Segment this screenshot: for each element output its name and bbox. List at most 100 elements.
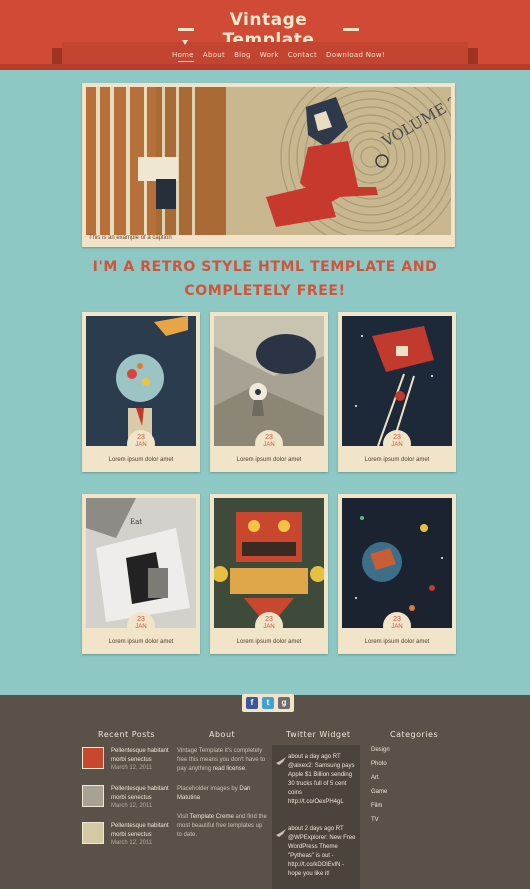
post-date: March 12, 2011 bbox=[111, 765, 153, 771]
portfolio-card[interactable]: 23 JAN Lorem ipsum dolor amet bbox=[338, 494, 456, 654]
card-month: JAN bbox=[263, 442, 275, 448]
categories-title: Categories bbox=[390, 730, 439, 739]
main-nav: Home About Blog Work Contact Download No… bbox=[172, 51, 385, 65]
card-month: JAN bbox=[135, 624, 147, 630]
twitter-icon[interactable]: t bbox=[262, 697, 274, 709]
hero-caption: This is an example of a caption bbox=[89, 235, 172, 241]
card-day: 23 bbox=[265, 616, 273, 623]
portfolio-card[interactable]: 23 JAN Lorem ipsum dolor amet bbox=[210, 494, 328, 654]
card-image-planet bbox=[342, 498, 452, 628]
facebook-icon[interactable]: f bbox=[246, 697, 258, 709]
recent-post[interactable]: Pellentesque habitant morbi senectus Mar… bbox=[82, 785, 169, 815]
post-thumbnail[interactable] bbox=[82, 785, 104, 807]
card-day: 23 bbox=[393, 616, 401, 623]
card-caption[interactable]: Lorem ipsum dolor amet bbox=[82, 457, 200, 463]
about-paragraph-1: Vintage Template it's completely free th… bbox=[177, 747, 269, 774]
card-day: 23 bbox=[137, 434, 145, 441]
category-tv[interactable]: TV bbox=[371, 817, 379, 823]
about-text: Placeholder images by bbox=[177, 786, 240, 792]
card-date-badge: 23 JAN bbox=[383, 612, 411, 640]
card-date-badge: 23 JAN bbox=[127, 430, 155, 458]
title-rule-right bbox=[343, 28, 359, 31]
nav-blog[interactable]: Blog bbox=[234, 51, 251, 65]
post-title[interactable]: Pellentesque habitant morbi senectus bbox=[111, 785, 181, 803]
tweet-text: RT @alxex2: Samsung pays Apple $1 Billio… bbox=[288, 754, 355, 805]
tweet[interactable]: about a day ago RT @alxex2: Samsung pays… bbox=[288, 753, 356, 807]
tweet[interactable]: about 2 days ago RT @WPExplorer: New Fre… bbox=[288, 825, 356, 879]
post-title[interactable]: Pellentesque habitant morbi senectus bbox=[111, 747, 181, 765]
card-caption[interactable]: Lorem ipsum dolor amet bbox=[82, 639, 200, 645]
title-rule-left bbox=[178, 28, 194, 31]
card-image-dinner: Eat bbox=[86, 498, 196, 628]
card-day: 23 bbox=[137, 616, 145, 623]
category-photo[interactable]: Photo bbox=[371, 761, 387, 767]
card-day: 23 bbox=[265, 434, 273, 441]
about-text: Visit bbox=[177, 814, 190, 820]
nav-work[interactable]: Work bbox=[260, 51, 279, 65]
category-design[interactable]: Design bbox=[371, 747, 390, 753]
twitter-widget-title: Twitter Widget bbox=[286, 730, 351, 739]
nav-home[interactable]: Home bbox=[172, 51, 194, 65]
nav-active-underline bbox=[178, 61, 194, 62]
card-image-machine bbox=[214, 498, 324, 628]
card-image-ladder bbox=[342, 316, 452, 446]
card-date-badge: 23 JAN bbox=[383, 430, 411, 458]
title-wrap: Vintage Template bbox=[0, 8, 530, 50]
about-text: . bbox=[245, 766, 247, 772]
twitter-bird-icon bbox=[276, 757, 286, 765]
tagline-line-1: I'm a retro style HTML template and bbox=[92, 259, 438, 275]
post-date: March 12, 2011 bbox=[111, 803, 153, 809]
google-plus-icon[interactable]: g bbox=[278, 697, 290, 709]
tagline-line-2: completely free! bbox=[184, 283, 346, 299]
portfolio-card[interactable]: 23 JAN Lorem ipsum dolor amet bbox=[338, 312, 456, 472]
card-month: JAN bbox=[391, 442, 403, 448]
portfolio-card[interactable]: Eat 23 JAN Lorem ipsum dolor amet bbox=[82, 494, 200, 654]
hero-illustration: VOLUME 2 bbox=[86, 87, 451, 235]
tweet-time[interactable]: about a day ago bbox=[288, 754, 331, 760]
about-paragraph-2: Placeholder images by Dan Matutina bbox=[177, 785, 269, 803]
card-caption[interactable]: Lorem ipsum dolor amet bbox=[338, 639, 456, 645]
about-title: About bbox=[209, 730, 236, 739]
about-paragraph-3: Visit Template Creme and find the most b… bbox=[177, 813, 269, 840]
card-image-robot bbox=[214, 316, 324, 446]
recent-posts-title: Recent Posts bbox=[98, 730, 156, 739]
card-month: JAN bbox=[391, 624, 403, 630]
recent-post[interactable]: Pellentesque habitant morbi senectus Mar… bbox=[82, 822, 169, 852]
card-day: 23 bbox=[393, 434, 401, 441]
card-image-fishbowl bbox=[86, 316, 196, 446]
nav-about[interactable]: About bbox=[203, 51, 225, 65]
recent-post[interactable]: Pellentesque habitant morbi senectus Mar… bbox=[82, 747, 169, 777]
portfolio-card[interactable]: 23 JAN Lorem ipsum dolor amet bbox=[82, 312, 200, 472]
card-date-badge: 23 JAN bbox=[255, 612, 283, 640]
card-month: JAN bbox=[135, 442, 147, 448]
tweet-text: RT @WPExplorer: New Free WordPress Theme… bbox=[288, 826, 356, 877]
twitter-bird-icon bbox=[276, 829, 286, 837]
card-caption[interactable]: Lorem ipsum dolor amet bbox=[338, 457, 456, 463]
license-link[interactable]: read license bbox=[213, 766, 245, 772]
tagline: I'm a retro style HTML template and comp… bbox=[90, 255, 440, 303]
nav-contact[interactable]: Contact bbox=[288, 51, 317, 65]
active-indicator-icon bbox=[182, 40, 188, 45]
social-links: f t g bbox=[242, 694, 294, 712]
template-creme-link[interactable]: Template Creme bbox=[190, 814, 234, 820]
nav-download[interactable]: Download Now! bbox=[326, 51, 385, 65]
hero-banner[interactable]: VOLUME 2 This is an example of a caption bbox=[82, 83, 455, 247]
post-title[interactable]: Pellentesque habitant morbi senectus bbox=[111, 822, 181, 840]
post-date: March 12, 2011 bbox=[111, 840, 153, 846]
card-month: JAN bbox=[263, 624, 275, 630]
category-game[interactable]: Game bbox=[371, 789, 387, 795]
portfolio-card[interactable]: 23 JAN Lorem ipsum dolor amet bbox=[210, 312, 328, 472]
category-film[interactable]: Film bbox=[371, 803, 382, 809]
post-thumbnail[interactable] bbox=[82, 822, 104, 844]
post-thumbnail[interactable] bbox=[82, 747, 104, 769]
card-date-badge: 23 JAN bbox=[255, 430, 283, 458]
card-date-badge: 23 JAN bbox=[127, 612, 155, 640]
card-caption[interactable]: Lorem ipsum dolor amet bbox=[210, 639, 328, 645]
twitter-widget: about a day ago RT @alxex2: Samsung pays… bbox=[272, 745, 360, 889]
ribbon-fold-right bbox=[468, 48, 478, 64]
card-caption[interactable]: Lorem ipsum dolor amet bbox=[210, 457, 328, 463]
category-art[interactable]: Art bbox=[371, 775, 379, 781]
tweet-time[interactable]: about 2 days ago bbox=[288, 826, 334, 832]
svg-text:Eat: Eat bbox=[130, 518, 142, 526]
ribbon-fold-left bbox=[52, 48, 62, 64]
